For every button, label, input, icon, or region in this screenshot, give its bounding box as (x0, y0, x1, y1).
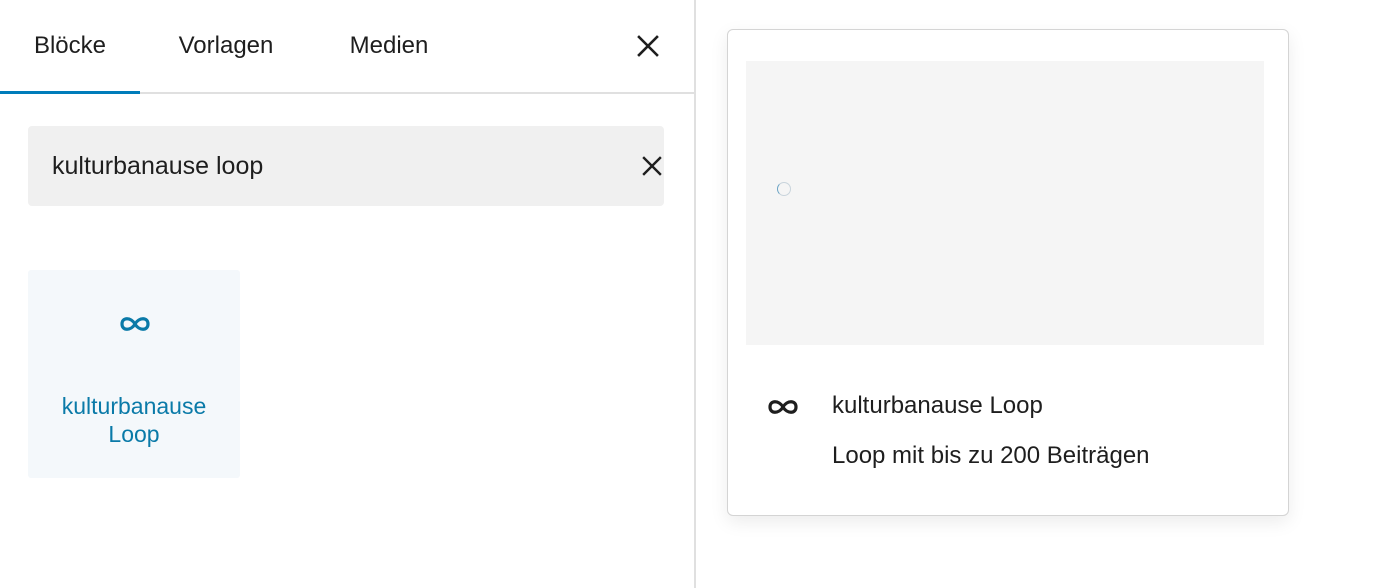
tab-blocks[interactable]: Blöcke (0, 0, 140, 94)
close-icon (637, 35, 659, 57)
clear-search-button[interactable] (632, 146, 672, 186)
preview-description: Loop mit bis zu 200 Beiträgen (832, 442, 1150, 469)
block-result-kulturbanause-loop[interactable]: kulturbanause Loop (28, 270, 240, 478)
preview-title: kulturbanause Loop (832, 392, 1043, 419)
tab-patterns[interactable]: Vorlagen (150, 0, 302, 92)
block-preview-card: kulturbanause Loop Loop mit bis zu 200 B… (727, 29, 1289, 516)
block-inserter-panel: Blöcke Vorlagen Medien kulturbanause Loop (0, 0, 696, 588)
block-result-label: kulturbanause Loop (61, 393, 207, 447)
close-inserter-button[interactable] (628, 26, 668, 66)
loop-icon (768, 400, 798, 414)
search-input[interactable] (28, 126, 588, 206)
loop-icon (120, 317, 150, 331)
inserter-tabs: Blöcke Vorlagen Medien (0, 0, 694, 94)
search-box (28, 126, 664, 206)
tab-media[interactable]: Medien (322, 0, 456, 92)
loading-spinner-icon (777, 182, 791, 196)
close-icon (642, 156, 662, 176)
block-preview-canvas (746, 61, 1264, 345)
